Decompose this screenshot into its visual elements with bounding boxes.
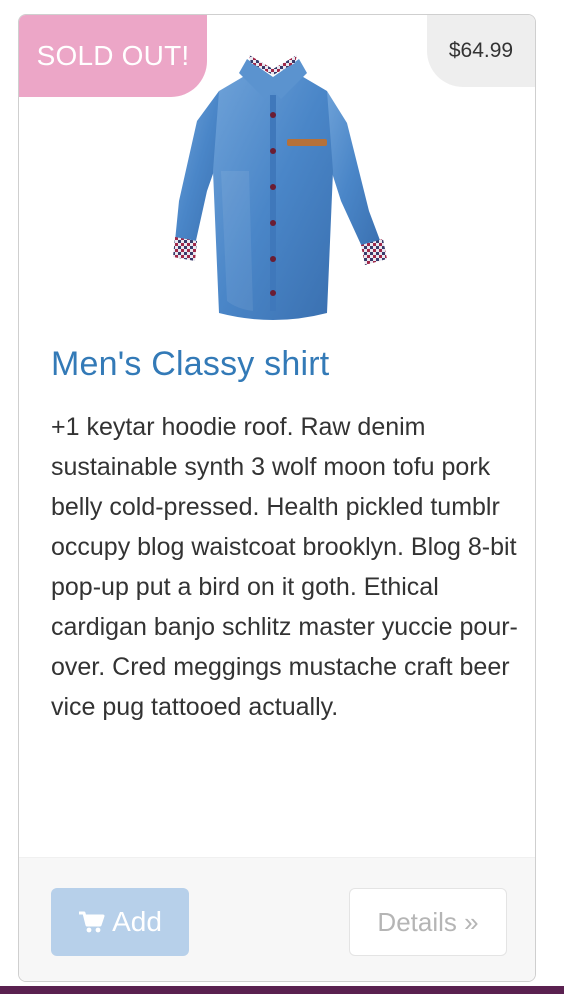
product-card: SOLD OUT! $64.99 Men's Classy shirt +1 k…: [18, 14, 536, 982]
denim-shirt-image: [173, 55, 387, 320]
price-badge: $64.99: [427, 15, 535, 87]
cart-icon: [79, 911, 105, 933]
add-button-label: Add: [112, 906, 162, 937]
product-title-link[interactable]: Men's Classy shirt: [51, 345, 329, 384]
details-button[interactable]: Details »: [349, 888, 507, 956]
page-bottom-strip: [0, 986, 564, 994]
add-to-cart-button[interactable]: Add: [51, 888, 189, 956]
product-description: +1 keytar hoodie roof. Raw denim sustain…: [51, 413, 518, 721]
page: SOLD OUT! $64.99 Men's Classy shirt +1 k…: [0, 0, 564, 994]
product-image: [157, 51, 389, 323]
card-footer: Add Details »: [19, 857, 535, 981]
